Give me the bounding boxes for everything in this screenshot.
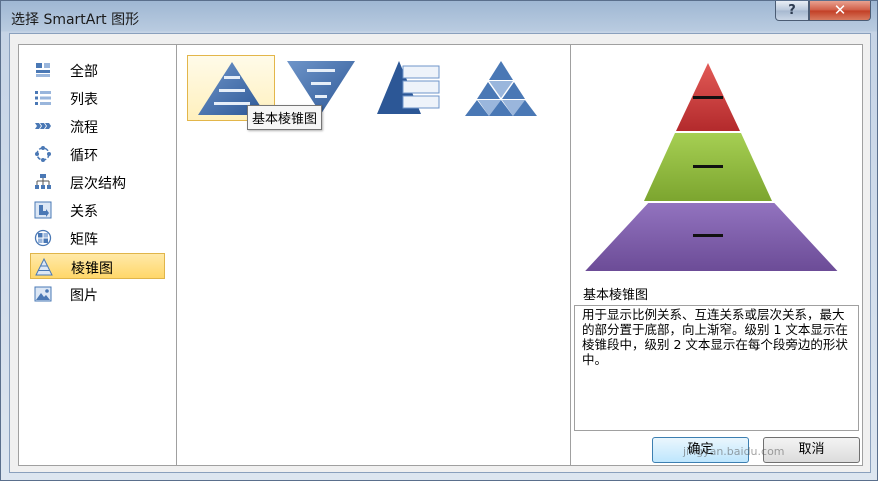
category-hierarchy[interactable]: 层次结构 (30, 169, 165, 195)
category-label: 层次结构 (70, 176, 126, 192)
list-icon (35, 91, 51, 105)
relationship-icon (34, 201, 52, 219)
process-icon (35, 123, 51, 129)
category-pyramid[interactable]: 棱锥图 (30, 253, 165, 279)
hierarchy-icon (35, 174, 51, 189)
category-label: 棱锥图 (71, 261, 113, 277)
baidu-watermark-url: jingyan.baidu.com (683, 445, 785, 458)
layout-segmented-pyramid[interactable] (457, 55, 545, 121)
segmented-pyramid-thumbnail (465, 61, 537, 116)
category-relationship[interactable]: 关系 (30, 197, 165, 223)
category-list-item[interactable]: 列表 (30, 85, 165, 111)
category-matrix[interactable]: 矩阵 (30, 225, 165, 251)
category-label: 图片 (70, 288, 98, 304)
layout-pyramid-list[interactable] (367, 55, 455, 121)
category-label: 流程 (70, 120, 98, 136)
close-button[interactable]: ✕ (809, 1, 871, 21)
baidu-watermark-logo: Baidu 经验 (677, 402, 819, 433)
title-bar: 选择 SmartArt 图形 ? ✕ (1, 1, 877, 33)
category-all[interactable]: 全部 (30, 57, 165, 83)
category-picture[interactable]: 图片 (30, 281, 165, 307)
category-label: 列表 (70, 92, 98, 108)
category-label: 循环 (70, 148, 98, 164)
pyramid-icon (35, 258, 53, 276)
category-label: 关系 (70, 204, 98, 220)
dialog-window: 选择 SmartArt 图形 ? ✕ 全部 列表 流程 循环 层次结构 关系 矩… (0, 0, 878, 481)
layout-tooltip: 基本棱锥图 (247, 105, 323, 130)
category-label: 全部 (70, 64, 98, 80)
category-list: 全部 列表 流程 循环 层次结构 关系 矩阵 棱锥图 图片 (18, 44, 177, 466)
all-icon (36, 63, 50, 77)
cycle-icon (35, 146, 51, 162)
category-process[interactable]: 流程 (30, 113, 165, 139)
help-button[interactable]: ? (775, 1, 809, 21)
pyramid-list-thumbnail (377, 61, 440, 114)
pyramid-preview (585, 63, 838, 271)
dialog-title: 选择 SmartArt 图形 (11, 12, 140, 28)
category-cycle[interactable]: 循环 (30, 141, 165, 167)
picture-icon (34, 286, 52, 302)
layout-gallery: 基本棱锥图 (176, 44, 571, 466)
matrix-icon (34, 229, 52, 247)
category-label: 矩阵 (70, 232, 98, 248)
preview-title: 基本棱锥图 (583, 288, 649, 303)
